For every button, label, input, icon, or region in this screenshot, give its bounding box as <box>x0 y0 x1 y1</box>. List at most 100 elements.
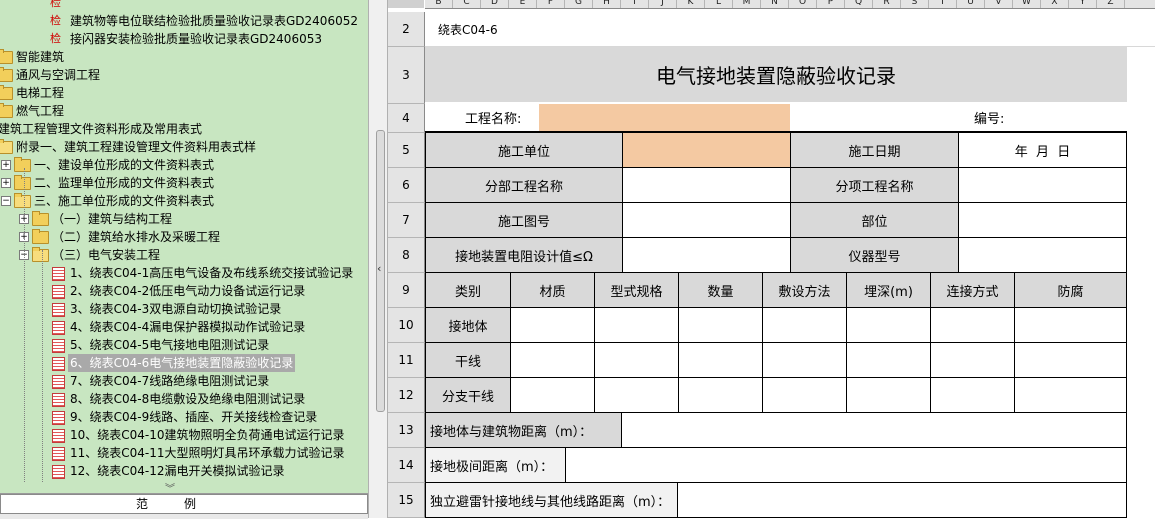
column-header[interactable]: Z <box>1097 0 1125 8</box>
tree-item[interactable]: + 二、监理单位形成的文件资料表式 <box>0 174 368 192</box>
table-input-cell[interactable] <box>763 343 847 378</box>
row-header[interactable]: 7 <box>388 203 425 238</box>
column-header[interactable]: D <box>481 0 509 8</box>
column-header[interactable]: O <box>789 0 817 8</box>
tree-item[interactable]: + （二）建筑给水排水及采暖工程 <box>0 228 368 246</box>
table-input-cell[interactable] <box>1015 378 1127 413</box>
table-input-cell[interactable] <box>511 308 595 343</box>
row-header[interactable]: 10 <box>388 308 425 343</box>
row-header[interactable]: 9 <box>388 273 425 308</box>
dist-lightning-field[interactable] <box>678 483 1127 518</box>
column-header[interactable]: M <box>733 0 761 8</box>
tree-item[interactable]: 通风与空调工程 <box>0 66 368 84</box>
column-header[interactable]: X <box>1041 0 1069 8</box>
tree-item[interactable]: 10、绕表C04-10建筑物照明全负荷通电试运行记录 <box>0 426 368 444</box>
table-input-cell[interactable] <box>595 343 679 378</box>
column-header[interactable]: Y <box>1069 0 1097 8</box>
table-input-cell[interactable] <box>931 343 1015 378</box>
table-input-cell[interactable] <box>763 378 847 413</box>
table-input-cell[interactable] <box>1015 308 1127 343</box>
row-header[interactable]: 8 <box>388 238 425 273</box>
column-header[interactable]: H <box>593 0 621 8</box>
column-header[interactable]: B <box>425 0 453 8</box>
tree-item[interactable]: 1、绕表C04-1高压电气设备及布线系统交接试验记录 <box>0 264 368 282</box>
column-header[interactable]: S <box>901 0 929 8</box>
instrument-model-field[interactable] <box>959 238 1127 273</box>
row-header[interactable]: 2 <box>388 12 425 47</box>
tree-horizontal-scrollbar[interactable]: ︾ <box>0 482 368 495</box>
column-header[interactable]: T <box>929 0 957 8</box>
column-header[interactable]: C <box>453 0 481 8</box>
column-header[interactable]: J <box>649 0 677 8</box>
table-input-cell[interactable] <box>679 343 763 378</box>
drawing-no-field[interactable] <box>623 203 791 238</box>
tree-item[interactable]: 3、绕表C04-3双电源自动切换试验记录 <box>0 300 368 318</box>
sheet-corner[interactable] <box>388 0 424 8</box>
column-header[interactable]: I <box>621 0 649 8</box>
table-input-cell[interactable] <box>763 308 847 343</box>
design-resistance-field[interactable] <box>623 238 791 273</box>
tree-item[interactable]: 9、绕表C04-9线路、插座、开关接线检查记录 <box>0 408 368 426</box>
table-input-cell[interactable] <box>595 378 679 413</box>
construction-date-field[interactable]: 年 月 日 <box>959 133 1127 168</box>
tree-item[interactable]: − （三）电气安装工程 <box>0 246 368 264</box>
tree-item[interactable]: + 一、建设单位形成的文件资料表式 <box>0 156 368 174</box>
table-input-cell[interactable] <box>931 378 1015 413</box>
table-input-cell[interactable] <box>1015 343 1127 378</box>
collapse-toggle-icon[interactable]: − <box>1 196 11 206</box>
row-header[interactable]: 6 <box>388 168 425 203</box>
column-header[interactable]: N <box>761 0 789 8</box>
tree-item[interactable]: 2、绕表C04-2低压电气动力设备试运行记录 <box>0 282 368 300</box>
column-header[interactable]: W <box>1013 0 1041 8</box>
tree-item[interactable]: 8、绕表C04-8电缆敷设及绝缘电阻测试记录 <box>0 390 368 408</box>
table-input-cell[interactable] <box>511 378 595 413</box>
tree-item[interactable]: − 三、施工单位形成的文件资料表式 <box>0 192 368 210</box>
table-input-cell[interactable] <box>511 343 595 378</box>
collapse-arrow-icon[interactable]: ‹ <box>377 262 381 275</box>
table-input-cell[interactable] <box>847 378 931 413</box>
table-input-cell[interactable] <box>679 378 763 413</box>
row-header[interactable]: 3 <box>388 47 425 104</box>
tree-item[interactable]: + （一）建筑与结构工程 <box>0 210 368 228</box>
tree-item[interactable]: 5、绕表C04-5电气接地电阻测试记录 <box>0 336 368 354</box>
tree-item[interactable]: 7、绕表C04-7线路绝缘电阻测试记录 <box>0 372 368 390</box>
column-header[interactable]: E <box>509 0 537 8</box>
tree-item[interactable]: 检 <box>0 0 368 12</box>
number-field[interactable] <box>1015 104 1127 131</box>
table-input-cell[interactable] <box>679 308 763 343</box>
tree-item[interactable]: 附录一、建筑工程建设管理文件资料用表式样 <box>0 138 368 156</box>
row-header[interactable]: 14 <box>388 448 425 483</box>
dist-building-field[interactable] <box>622 413 1127 448</box>
item-project-field[interactable] <box>959 168 1127 203</box>
tree-item[interactable]: 检接闪器安装检验批质量验收记录表GD2406053 <box>0 30 368 48</box>
tab-examples[interactable]: 范例 <box>0 494 368 514</box>
column-header[interactable]: R <box>873 0 901 8</box>
row-header[interactable]: 12 <box>388 378 425 413</box>
position-field[interactable] <box>959 203 1127 238</box>
table-input-cell[interactable] <box>931 308 1015 343</box>
row-header[interactable]: 5 <box>388 133 425 168</box>
expand-toggle-icon[interactable]: + <box>1 178 11 188</box>
column-header[interactable]: V <box>985 0 1013 8</box>
spreadsheet-view[interactable]: BCDEFGHIJKLMNOPQRSTUVWXYZ 绕表C04-6 电气接地装置… <box>388 0 1155 518</box>
row-header[interactable]: 4 <box>388 104 425 133</box>
row-header[interactable]: 11 <box>388 343 425 378</box>
tree-item[interactable]: 4、绕表C04-4漏电保护器模拟动作试验记录 <box>0 318 368 336</box>
project-name-field[interactable] <box>539 104 790 131</box>
table-input-cell[interactable] <box>847 308 931 343</box>
tree-item[interactable]: 智能建筑 <box>0 48 368 66</box>
tree-item[interactable]: 燃气工程 <box>0 102 368 120</box>
column-header[interactable]: G <box>565 0 593 8</box>
tree-item[interactable]: 电梯工程 <box>0 84 368 102</box>
column-header[interactable]: U <box>957 0 985 8</box>
tree-item[interactable]: 建筑工程管理文件资料形成及常用表式 <box>0 120 368 138</box>
column-header[interactable]: P <box>817 0 845 8</box>
column-header[interactable]: K <box>677 0 705 8</box>
table-input-cell[interactable] <box>595 308 679 343</box>
row-header[interactable]: 13 <box>388 413 425 448</box>
expand-toggle-icon[interactable]: + <box>1 160 11 170</box>
table-input-cell[interactable] <box>847 343 931 378</box>
column-header[interactable]: F <box>537 0 565 8</box>
column-header[interactable]: L <box>705 0 733 8</box>
row-header[interactable]: 15 <box>388 483 425 518</box>
